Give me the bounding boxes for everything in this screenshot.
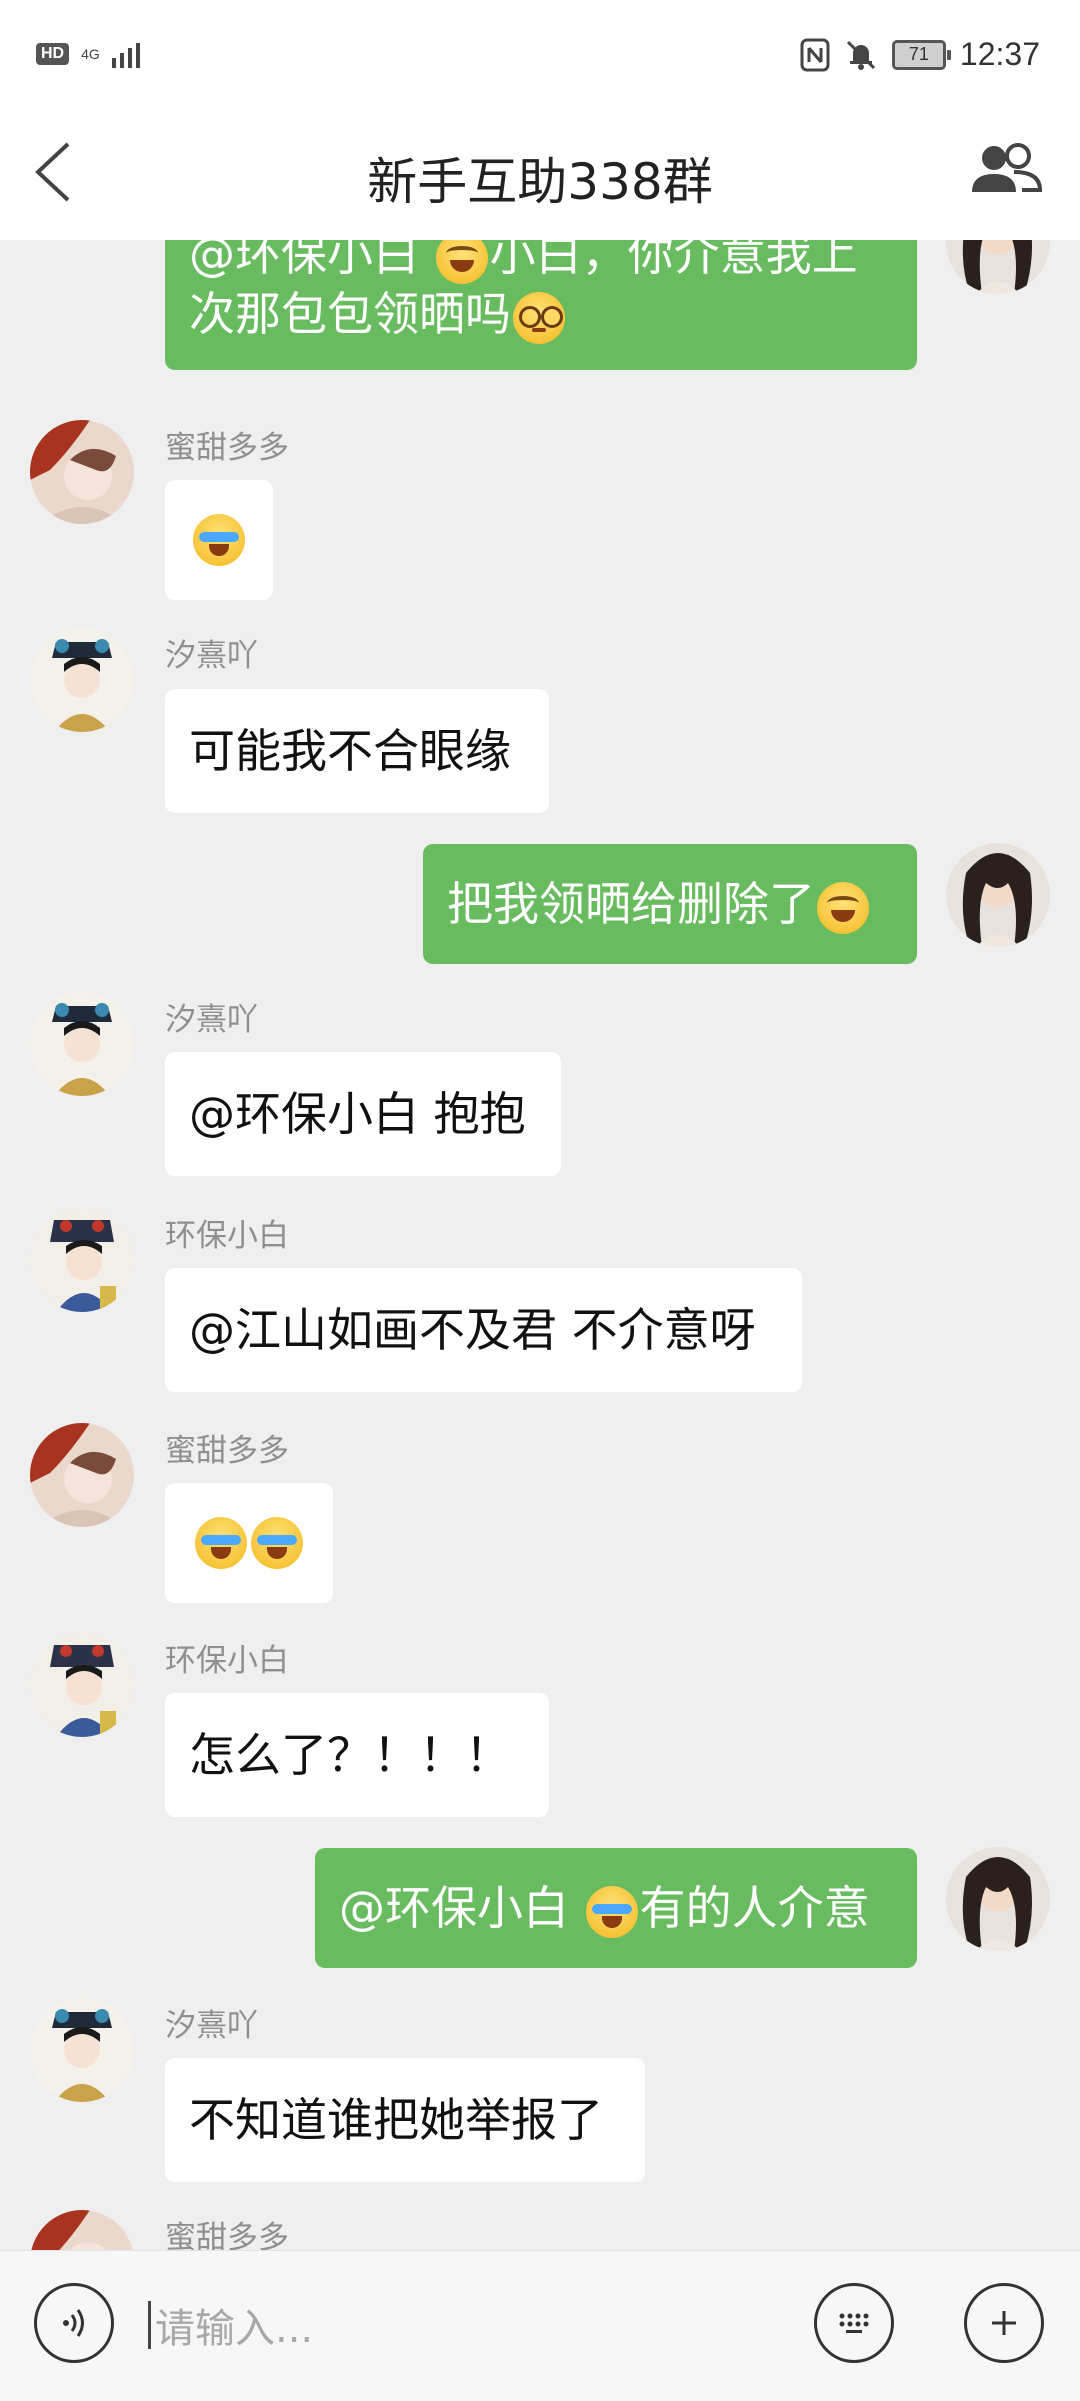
message-list[interactable]: @环保小白 小白，你介意我上次那包包领晒吗 蜜甜多多 汐熹吖 可能我不合眼缘 把… <box>0 240 1080 2250</box>
avatar[interactable] <box>30 628 134 732</box>
message-text: 不知道谁把她举报了 <box>189 2093 603 2147</box>
message-bubble[interactable]: @环保小白 小白，你介意我上次那包包领晒吗 <box>165 240 917 370</box>
laugh-emoji-icon <box>817 881 869 934</box>
message-bubble[interactable] <box>165 480 273 600</box>
sender-name: 蜜甜多多 <box>165 430 289 466</box>
avatar[interactable] <box>30 1998 134 2102</box>
message-bubble[interactable]: 可能我不合眼缘 <box>165 689 549 813</box>
hd-badge: HD <box>36 43 70 65</box>
message-text: 把我领晒给删除了 <box>447 874 871 934</box>
status-left: HD 4G <box>36 40 140 68</box>
sender-name: 汐熹吖 <box>165 1002 258 1038</box>
voice-icon <box>63 2309 84 2337</box>
message-bubble[interactable]: 怎么了？！！！ <box>165 1693 549 1817</box>
cry-emoji-icon <box>585 1885 638 1938</box>
message-input[interactable]: 请输入... <box>148 2287 788 2363</box>
sender-name: 环保小白 <box>165 1218 289 1254</box>
status-bar: HD 4G 71 12:37 <box>0 0 1080 104</box>
voice-button[interactable] <box>34 2283 114 2363</box>
message-text: @环保小白 有的人介意 <box>339 1878 870 1938</box>
status-right: 71 12:37 <box>800 36 1040 73</box>
sender-name: 汐熹吖 <box>165 2008 258 2044</box>
text-caret <box>148 2301 151 2349</box>
message-bubble[interactable]: 不知道谁把她举报了 <box>165 2058 645 2182</box>
my-avatar[interactable] <box>946 843 1050 947</box>
message-bubble[interactable]: @环保小白 有的人介意 <box>315 1848 917 1968</box>
avatar[interactable] <box>30 992 134 1096</box>
message-text: @环保小白 抱抱 <box>189 1087 526 1141</box>
status-time: 12:37 <box>959 36 1040 72</box>
chat-header: 新手互助338群 <box>0 104 1080 240</box>
plus-icon <box>992 2311 1016 2335</box>
nfc-icon <box>800 38 830 71</box>
avatar[interactable] <box>30 1633 134 1737</box>
avatar[interactable] <box>30 1208 134 1312</box>
keyboard-icon <box>839 2313 869 2333</box>
group-members-icon[interactable] <box>966 138 1046 202</box>
my-avatar[interactable] <box>946 1847 1050 1951</box>
message-bubble[interactable]: @环保小白 抱抱 <box>165 1052 561 1176</box>
sender-name: 蜜甜多多 <box>165 2220 289 2250</box>
avatar[interactable] <box>30 2210 134 2250</box>
sender-name: 汐熹吖 <box>165 638 258 674</box>
message-text: @环保小白 小白，你介意我上次那包包领晒吗 <box>189 240 893 344</box>
network-type: 4G <box>81 46 100 62</box>
mute-icon <box>846 40 875 70</box>
sender-name: 环保小白 <box>165 1643 289 1679</box>
laugh-emoji-icon <box>435 240 488 284</box>
message-bubble[interactable]: 把我领晒给删除了 <box>423 844 917 964</box>
signal-icon <box>111 40 140 68</box>
glasses-emoji-icon <box>513 291 565 344</box>
input-placeholder: 请输入... <box>155 2306 314 2352</box>
message-text: 怎么了？！！！ <box>189 1728 511 1782</box>
battery-icon: 71 <box>891 39 951 70</box>
plus-button[interactable] <box>964 2283 1044 2363</box>
avatar[interactable] <box>30 420 134 524</box>
message-text: @江山如画不及君 不介意呀 <box>189 1303 756 1357</box>
avatar[interactable] <box>30 1423 134 1527</box>
message-bubble[interactable] <box>165 1483 333 1603</box>
message-bubble[interactable]: @江山如画不及君 不介意呀 <box>165 1268 802 1392</box>
sender-name: 蜜甜多多 <box>165 1433 289 1469</box>
cry-emoji-icon <box>251 1517 303 1569</box>
keyboard-button[interactable] <box>814 2283 894 2363</box>
message-text: 可能我不合眼缘 <box>189 724 511 778</box>
my-avatar[interactable] <box>946 240 1050 294</box>
cry-emoji-icon <box>193 514 245 566</box>
input-bar: 请输入... <box>0 2250 1080 2401</box>
cry-emoji-icon <box>195 1517 247 1569</box>
page-title: 新手互助338群 <box>367 153 713 211</box>
